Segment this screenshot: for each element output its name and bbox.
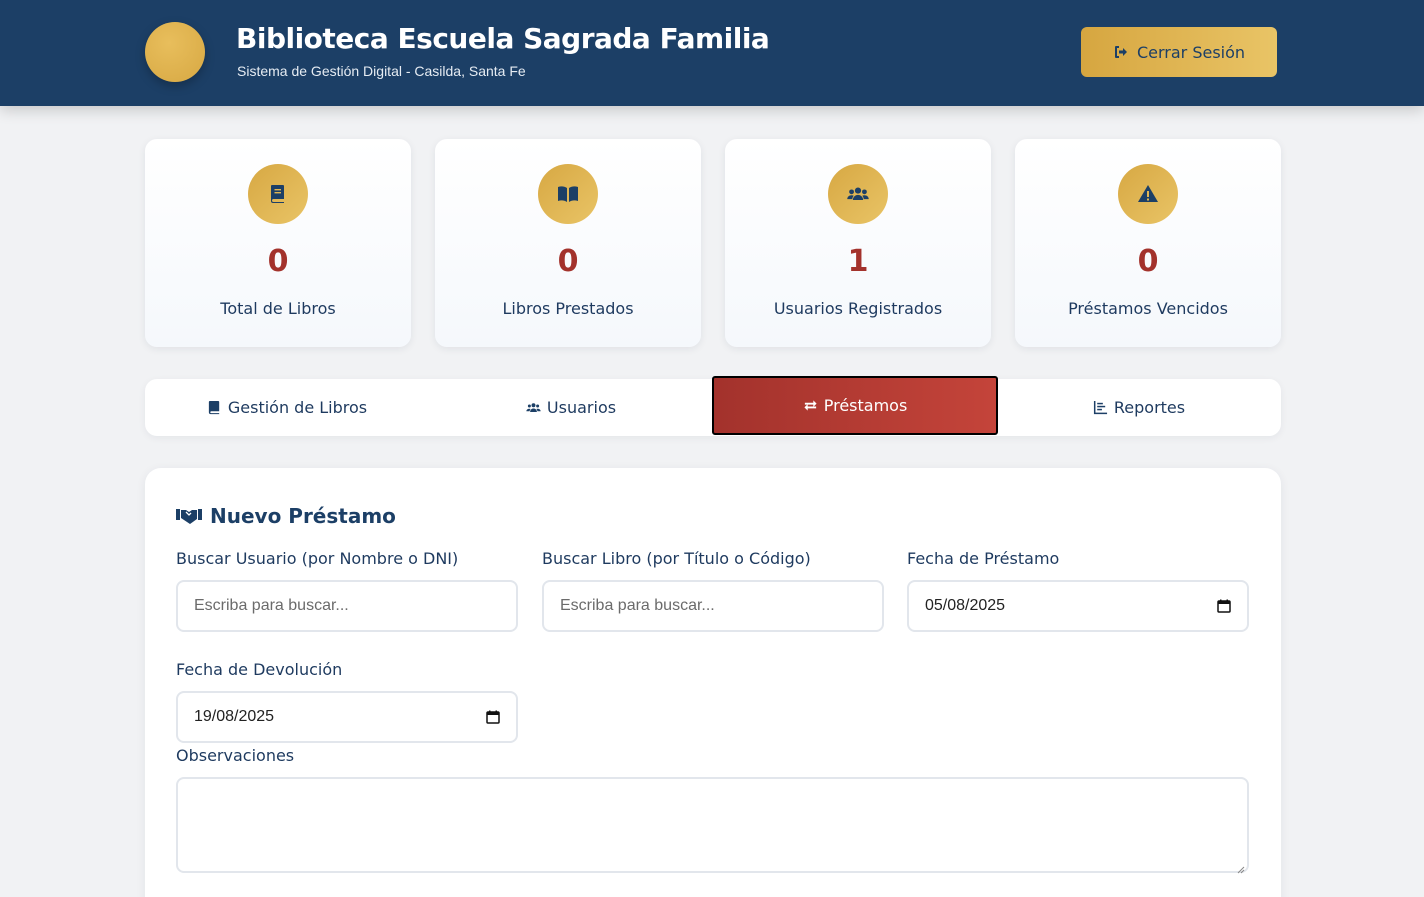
calendar-icon[interactable] [1217, 599, 1231, 613]
chart-icon [1093, 400, 1108, 415]
users-icon [526, 400, 541, 415]
stat-card-overdue-loans: 0 Préstamos Vencidos [1015, 139, 1281, 347]
user-search-label: Buscar Usuario (por Nombre o DNI) [176, 549, 459, 568]
warning-icon [1118, 164, 1178, 224]
stat-label: Libros Prestados [502, 299, 634, 318]
app-header: Biblioteca Escuela Sagrada Familia Siste… [0, 0, 1424, 106]
logout-button[interactable]: Cerrar Sesión [1081, 27, 1277, 77]
logout-label: Cerrar Sesión [1136, 42, 1246, 62]
stat-label: Usuarios Registrados [773, 299, 943, 318]
stat-value: 0 [557, 244, 579, 279]
tab-label: Usuarios [546, 398, 617, 417]
resize-handle-icon[interactable] [1235, 859, 1245, 874]
tab-users[interactable]: Usuarios [429, 379, 713, 436]
tab-reports[interactable]: Reportes [997, 379, 1281, 436]
exchange-icon [803, 398, 818, 413]
loan-date-label: Fecha de Préstamo [907, 549, 1060, 568]
book-search-placeholder: Escriba para buscar... [560, 597, 715, 614]
return-date-label: Fecha de Devolución [176, 660, 343, 679]
book-icon [207, 400, 222, 415]
tab-label: Préstamos [823, 396, 908, 415]
main-tabs: Gestión de Libros Usuarios Préstamos Rep… [145, 376, 1281, 436]
book-search-input[interactable]: Escriba para buscar... [542, 580, 884, 632]
tab-label: Gestión de Libros [227, 398, 368, 417]
user-search-placeholder: Escriba para buscar... [194, 597, 349, 614]
tab-label: Reportes [1113, 398, 1186, 417]
book-search-label: Buscar Libro (por Título o Código) [542, 549, 811, 568]
stat-value: 0 [267, 244, 289, 279]
users-icon [828, 164, 888, 224]
stat-label: Préstamos Vencidos [1068, 299, 1228, 318]
sign-out-icon [1113, 44, 1129, 60]
book-icon [248, 164, 308, 224]
logo [145, 22, 205, 82]
app-title: Biblioteca Escuela Sagrada Familia [236, 22, 770, 55]
app-subtitle: Sistema de Gestión Digital - Casilda, Sa… [237, 63, 526, 79]
stat-card-registered-users: 1 Usuarios Registrados [725, 139, 991, 347]
notes-label: Observaciones [176, 746, 295, 765]
notes-textarea[interactable] [176, 777, 1249, 874]
return-date-field[interactable]: 19/08/2025 [176, 691, 518, 743]
stat-label: Total de Libros [220, 299, 336, 318]
stat-value: 0 [1137, 244, 1159, 279]
stat-value: 1 [847, 244, 869, 279]
tab-loans[interactable]: Préstamos [712, 376, 998, 435]
calendar-icon[interactable] [486, 710, 500, 724]
handshake-icon [176, 507, 202, 525]
panel-title: Nuevo Préstamo [176, 504, 396, 528]
tab-books[interactable]: Gestión de Libros [145, 379, 429, 436]
return-date-value: 19/08/2025 [194, 708, 275, 725]
stat-card-total-books: 0 Total de Libros [145, 139, 411, 347]
panel-title-text: Nuevo Préstamo [210, 504, 396, 528]
loan-date-value: 05/08/2025 [925, 597, 1006, 614]
new-loan-panel: Nuevo Préstamo Buscar Usuario (por Nombr… [145, 468, 1281, 897]
loan-date-field[interactable]: 05/08/2025 [907, 580, 1249, 632]
user-search-input[interactable]: Escriba para buscar... [176, 580, 518, 632]
open-book-icon [538, 164, 598, 224]
stat-card-loaned-books: 0 Libros Prestados [435, 139, 701, 347]
